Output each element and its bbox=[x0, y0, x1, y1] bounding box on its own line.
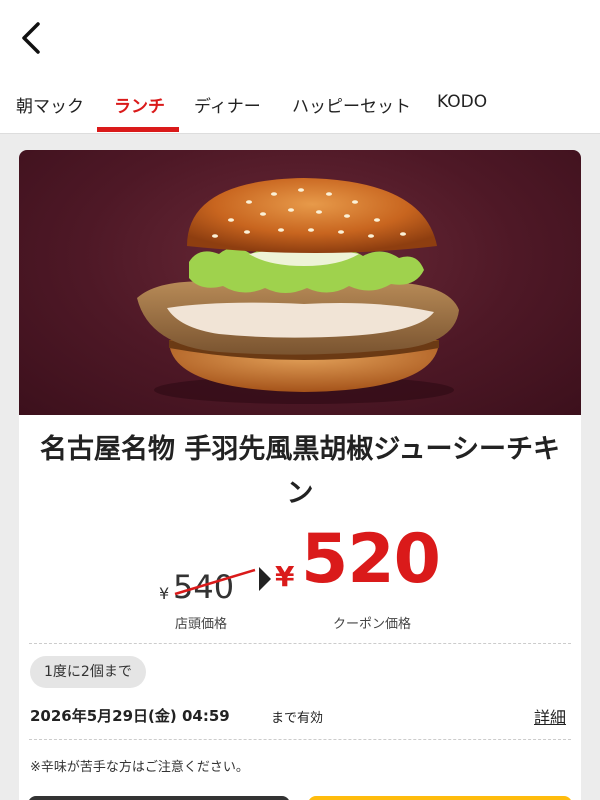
limit-badge: 1度に2個まで bbox=[30, 656, 146, 688]
coupon-price: 520 bbox=[301, 520, 441, 599]
chevron-left-icon[interactable] bbox=[14, 18, 54, 58]
regular-price-currency: ¥ bbox=[159, 584, 170, 603]
tab-morning[interactable]: 朝マック bbox=[16, 92, 84, 117]
price-strikethrough bbox=[174, 568, 256, 596]
active-tab-indicator bbox=[97, 127, 179, 132]
top-bar bbox=[0, 0, 600, 80]
details-link[interactable]: 詳細 bbox=[534, 704, 566, 728]
tab-kodo[interactable]: KODO bbox=[437, 92, 487, 112]
category-tabs: 朝マック ランチ ディナー ハッピーセット KODO bbox=[0, 80, 600, 134]
secondary-button[interactable] bbox=[28, 796, 290, 800]
divider bbox=[29, 739, 571, 740]
tab-happy-set[interactable]: ハッピーセット bbox=[292, 92, 411, 117]
coupon-card[interactable]: 名古屋名物 手羽先風黒胡椒ジューシーチキン ¥ 540 店頭価格 ¥ 520 ク… bbox=[19, 150, 581, 800]
expiry-date: 2026年5月29日(金) 04:59 bbox=[30, 707, 230, 725]
coupon-price-currency: ¥ bbox=[275, 560, 295, 593]
tab-dinner[interactable]: ディナー bbox=[194, 92, 261, 117]
triangle-right-icon bbox=[259, 567, 271, 591]
expiry-suffix: まで有効 bbox=[271, 711, 324, 726]
coupon-price-label: クーポン価格 bbox=[333, 617, 412, 632]
tab-lunch[interactable]: ランチ bbox=[114, 92, 165, 117]
burger-image bbox=[19, 150, 581, 415]
primary-button[interactable] bbox=[308, 796, 572, 800]
divider bbox=[29, 643, 571, 644]
product-title: 名古屋名物 手羽先風黒胡椒ジューシーチキン bbox=[40, 434, 560, 509]
regular-price-label: 店頭価格 bbox=[175, 617, 228, 632]
spice-notice: ※辛味が苦手な方はご注意ください。 bbox=[30, 760, 249, 775]
